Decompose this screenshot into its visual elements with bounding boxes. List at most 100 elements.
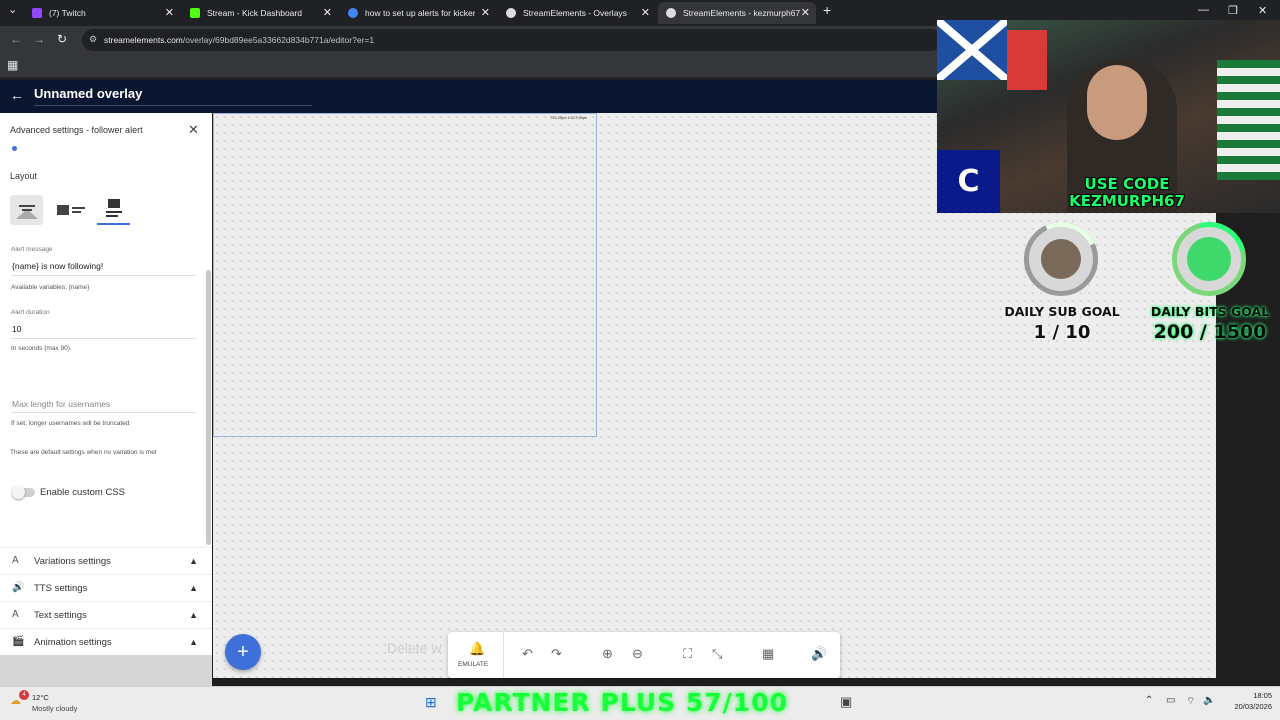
reload-icon[interactable]: ↻ [57,32,67,46]
text-a-icon: A [12,609,19,620]
weather-temp: 12°C [32,693,49,702]
zoom-out-icon[interactable]: ⊖ [632,646,643,662]
volume-tray-icon[interactable]: 🔈 [1203,695,1215,706]
tab-search-icon[interactable]: ⌄ [8,3,17,16]
tab-title: how to set up alerts for kickers [365,8,475,18]
max-length-input[interactable]: Max length for usernames [12,399,110,409]
alert-duration-label: Alert duration [11,309,50,316]
restore-icon[interactable]: ❐ [1228,4,1238,17]
layout-option-image-top[interactable] [10,195,43,225]
close-panel-icon[interactable]: ✕ [188,122,199,138]
close-tab-icon[interactable]: ✕ [641,6,650,19]
tab-twitch[interactable]: (7) Twitch ✕ [24,2,180,24]
chevron-up-icon: ▲ [189,637,198,647]
default-settings-note: These are default settings when no varia… [10,449,157,456]
promo-line-1: USE CODE [1084,175,1170,193]
layout-label: Layout [10,171,38,181]
tab-title: StreamElements - Overlays [523,8,627,18]
fit-screen-icon[interactable]: ⛶ [683,646,692,662]
bell-icon: 🔔 [469,641,486,656]
close-tab-icon[interactable]: ✕ [481,6,490,19]
site-info-icon[interactable]: ⚙ [89,34,97,45]
accordion-tts-settings[interactable]: 🔊 TTS settings ▲ [0,574,212,601]
grid-icon[interactable]: ▦ [762,646,774,662]
layout-option-image-left[interactable] [54,195,87,225]
zoom-in-icon[interactable]: ⊕ [602,646,613,662]
alert-message-underline [11,275,196,276]
url-path: /overlay/69bd89ee5a33662d834b771a/editor… [182,35,375,45]
close-tab-icon[interactable]: ✕ [323,6,332,19]
tab-google[interactable]: how to set up alerts for kickers ✕ [340,2,496,24]
volume-icon[interactable]: 🔊 [811,646,827,662]
tray-chevron-icon[interactable]: ⌃ [1145,695,1153,706]
layout-image-top-icon [15,205,38,219]
editor-toolbar: 🔔 EMULATE ↶ ↷ ⊕ ⊖ ⛶ ⤡ ▦ 🔊 [448,632,840,678]
notification-badge: 4 [19,690,29,700]
streamelements-icon [506,8,516,18]
duration-hint: In seconds (max 90). [11,345,72,352]
streamer-face [1087,65,1147,140]
tab-se-overlays[interactable]: StreamElements - Overlays ✕ [498,2,656,24]
tab-title: (7) Twitch [49,8,86,18]
weather-desc: Mostly cloudy [32,704,78,713]
promo-line-2: KEZMURPH67 [1069,192,1185,210]
chevron-up-icon: ▲ [189,610,198,620]
radio-dot [12,146,17,151]
text-a-icon: A [12,555,19,566]
layout-option-text-over-image[interactable] [97,195,130,225]
apps-grid-icon[interactable]: ▦ [7,58,18,72]
wifi-icon[interactable]: ⌔ [1186,695,1195,708]
streamelements-icon [666,8,676,18]
clapperboard-icon: 🎬 [12,636,25,647]
tab-kick[interactable]: Stream - Kick Dashboard ✕ [182,2,338,24]
alert-duration-input[interactable]: 10 [12,324,21,334]
layout-image-left-icon [56,205,85,215]
shrink-icon[interactable]: ⤡ [712,646,722,662]
canada-flag [1007,30,1047,90]
new-tab-icon[interactable]: + [823,2,831,18]
taskbar-app-icon[interactable]: ▣ [840,694,852,710]
accordion-text-settings[interactable]: A Text settings ▲ [0,601,212,628]
back-arrow-icon[interactable]: ← [10,87,24,103]
custom-css-toggle[interactable] [12,486,35,499]
alert-message-label: Alert message [11,246,53,253]
back-icon[interactable]: ← [10,32,22,46]
custom-css-label: Enable custom CSS [40,487,126,498]
minimize-icon[interactable]: — [1198,4,1209,16]
accordion-label: Text settings [34,610,87,621]
panel-scrollbar[interactable] [206,270,211,545]
redo-icon[interactable]: ↷ [551,646,562,662]
toggle-knob [12,486,25,499]
chevron-up-icon: ▲ [189,556,198,566]
alert-message-input[interactable]: {name} is now following! [12,261,103,271]
scotland-flag [937,20,1010,84]
accordion-label: Animation settings [34,637,112,648]
selected-widget-bounds[interactable] [213,113,597,437]
accordion-animation-settings[interactable]: 🎬 Animation settings ▲ [0,628,212,654]
promo-code: USE CODE KEZMURPH67 [1062,176,1192,210]
accordion-label: TTS settings [34,583,88,594]
bits-goal-title: DAILY BITS GOAL [1150,304,1270,319]
overlay-title[interactable]: Unnamed overlay [34,86,312,106]
tab-title: Stream - Kick Dashboard [207,8,302,18]
sub-goal-title: DAILY SUB GOAL [1004,304,1120,319]
tab-se-editor[interactable]: StreamElements - kezmurph67 ✕ [658,2,816,24]
close-tab-icon[interactable]: ✕ [801,6,810,19]
emulate-button[interactable]: 🔔 EMULATE [448,632,504,678]
add-widget-button[interactable]: + [225,634,261,670]
accordion-variations-settings[interactable]: A Variations settings ▲ [0,547,212,574]
alert-duration-underline [11,338,196,339]
undo-icon[interactable]: ↶ [522,646,533,662]
clock-time: 18:05 [1253,691,1272,700]
sub-goal-value: 1 / 10 [1033,322,1091,343]
close-window-icon[interactable]: ✕ [1258,4,1267,17]
panel-header: Advanced settings - follower alert [10,125,143,135]
windows-start-icon[interactable]: ⊞ [425,694,437,711]
panel-footer [0,655,212,686]
url-field[interactable]: ⚙ streamelements.com /overlay/69bd89ee5a… [82,29,942,51]
taskbar-clock[interactable]: 18:05 20/03/2026 [1224,690,1272,712]
forward-icon[interactable]: → [33,32,45,46]
close-tab-icon[interactable]: ✕ [165,6,174,19]
google-icon [348,8,358,18]
tray-app-icon[interactable]: ▭ [1166,695,1175,706]
